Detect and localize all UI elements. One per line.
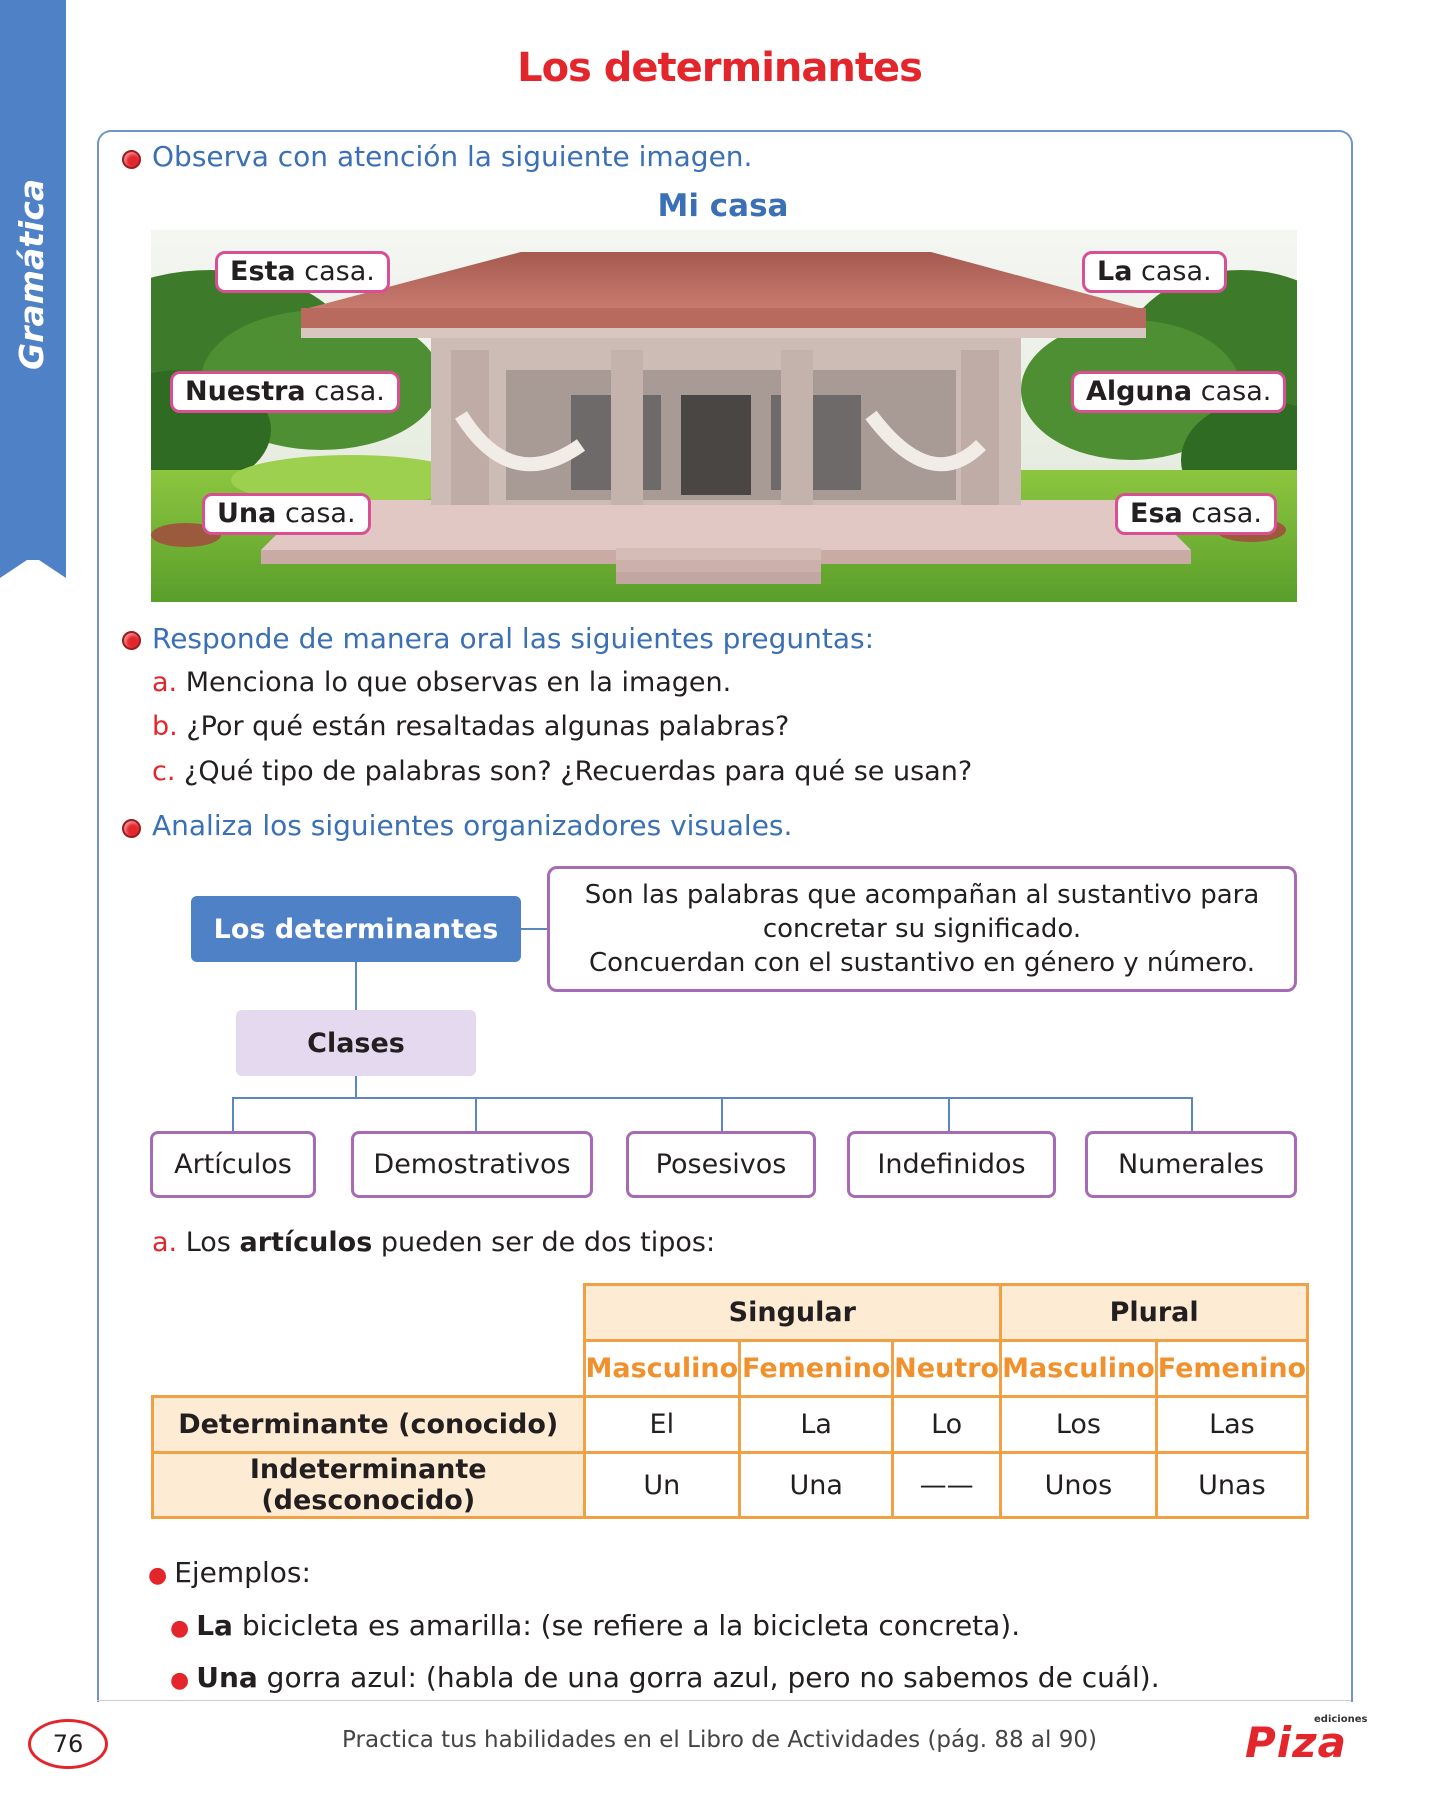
organizer-clases-node: Clases (236, 1010, 476, 1076)
class-demostrativos: Demostrativos (351, 1131, 593, 1198)
tag-nuestra: Nuestra casa. (170, 371, 400, 413)
connector-line (232, 1097, 1192, 1099)
table-cell: Un (582, 1451, 742, 1519)
subheader: Femenino (1154, 1339, 1310, 1398)
bullet-icon (122, 631, 141, 650)
subheader: Masculino (999, 1339, 1158, 1398)
table-cell: Las (1154, 1395, 1310, 1454)
connector-line (355, 1075, 357, 1099)
table-cell: —— (891, 1451, 1003, 1519)
instruction-observe: Observa con atención la siguiente imagen… (152, 140, 753, 173)
table-cell: Lo (891, 1395, 1003, 1454)
table-cell: Los (999, 1395, 1158, 1454)
class-posesivos: Posesivos (626, 1131, 816, 1198)
bullet-dot-icon: ● (148, 1563, 175, 1588)
page-title: Los determinantes (517, 45, 923, 91)
bullet-dot-icon: ● (170, 1616, 197, 1641)
tag-una: Una casa. (202, 493, 371, 535)
connector-line (948, 1097, 950, 1131)
subheader: Neutro (891, 1339, 1003, 1398)
articles-table: Singular Plural Masculino Femenino Neutr… (151, 1283, 1310, 1519)
question-a: a. Menciona lo que observas en la imagen… (152, 667, 732, 698)
question-b: b. ¿Por qué están resaltadas algunas pal… (152, 711, 790, 742)
header-plural: Plural (999, 1283, 1310, 1342)
definition-line: concretar su significado. (762, 914, 1082, 944)
table-row: Indeterminante (desconocido) Un Una —— U… (151, 1451, 1310, 1519)
tag-alguna: Alguna casa. (1071, 371, 1287, 413)
footer-text: Practica tus habilidades en el Libro de … (342, 1727, 1097, 1753)
question-c: c. ¿Qué tipo de palabras son? ¿Recuerdas… (152, 756, 973, 787)
class-articulos: Artículos (150, 1131, 316, 1198)
connector-line (355, 960, 357, 1010)
instruction-respond: Responde de manera oral las siguientes p… (152, 622, 874, 655)
definition-line: Son las palabras que acompañan al sustan… (584, 880, 1260, 910)
organizer-definition: Son las palabras que acompañan al sustan… (547, 866, 1297, 992)
side-tab-point (0, 556, 66, 578)
tag-esta: Esta casa. (215, 251, 390, 293)
table-corner (153, 1341, 585, 1397)
table-cell: La (738, 1395, 895, 1454)
table-cell: Unos (999, 1451, 1158, 1519)
connector-line (520, 928, 550, 930)
bottom-divider (97, 1700, 1351, 1701)
row-label: Indeterminante (desconocido) (151, 1451, 586, 1519)
publisher-logo: Piza (1245, 1718, 1347, 1767)
examples-label: ● Ejemplos: (148, 1556, 311, 1589)
bullet-dot-icon: ● (170, 1668, 197, 1693)
header-singular: Singular (582, 1283, 1003, 1342)
table-cell: El (582, 1395, 742, 1454)
connector-line (721, 1097, 723, 1131)
tag-la: La casa. (1082, 251, 1227, 293)
connector-line (475, 1097, 477, 1131)
articles-intro: a. Los artículos pueden ser de dos tipos… (152, 1227, 716, 1258)
connector-line (232, 1097, 234, 1131)
subheader: Masculino (582, 1339, 742, 1398)
table-row: Determinante (conocido) El La Lo Los Las (151, 1395, 1310, 1454)
class-indefinidos: Indefinidos (847, 1131, 1056, 1198)
picture-title: Mi casa (657, 188, 789, 224)
table-cell: Una (738, 1451, 895, 1519)
class-numerales: Numerales (1085, 1131, 1297, 1198)
table-corner (153, 1285, 585, 1341)
tag-esa: Esa casa. (1115, 493, 1277, 535)
organizer-main-node: Los determinantes (191, 896, 521, 962)
example-item: ● La bicicleta es amarilla: (se refiere … (170, 1609, 1021, 1642)
instruction-analyze: Analiza los siguientes organizadores vis… (152, 809, 793, 842)
definition-line: Concuerdan con el sustantivo en género y… (588, 948, 1256, 978)
example-item: ● Una gorra azul: (habla de una gorra az… (170, 1661, 1160, 1694)
row-label: Determinante (conocido) (151, 1395, 586, 1454)
connector-line (1191, 1097, 1193, 1131)
bullet-icon (122, 819, 141, 838)
bullet-icon (122, 150, 141, 169)
subheader: Femenino (738, 1339, 895, 1398)
side-tab-label: Gramática (12, 178, 51, 370)
table-cell: Unas (1154, 1451, 1310, 1519)
